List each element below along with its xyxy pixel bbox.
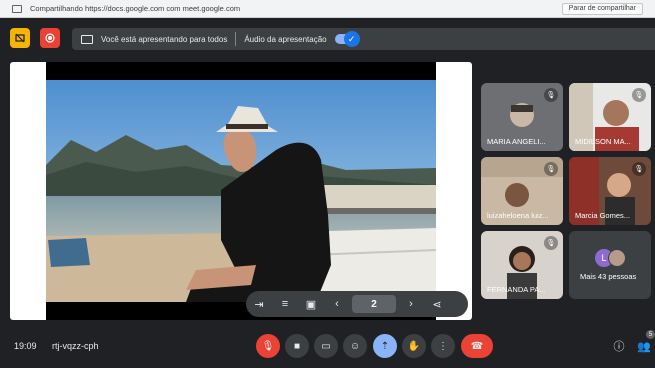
people-icon: 👥 [637, 340, 651, 353]
captions-icon: ▭ [321, 340, 331, 352]
mic-button[interactable]: 🎙 [256, 334, 280, 358]
slide-page-number[interactable]: 2 [352, 295, 396, 313]
avatar [608, 249, 626, 267]
share-icon[interactable]: ⋖ [424, 291, 450, 317]
present-mode-button[interactable] [10, 28, 30, 48]
slide-controls: ⇥ ≡ ▣ ‹ 2 › ⋖ [246, 291, 468, 317]
previous-slide-button[interactable]: ‹ [324, 291, 350, 317]
participant-tile[interactable]: 🎙 Marcia Gomes... [569, 157, 651, 225]
camera-icon: ■ [293, 340, 301, 352]
screen-share-bar: Compartilhando https://docs.google.com c… [0, 0, 655, 18]
info-icon: ⓘ [613, 341, 625, 353]
record-button[interactable] [40, 28, 60, 48]
camera-button[interactable]: ■ [285, 334, 309, 358]
participant-tile[interactable]: 🎙 FERNANDA PA... [481, 231, 563, 299]
leave-call-button[interactable]: ☎ [461, 334, 493, 358]
more-options-button[interactable]: ⋮ [431, 334, 455, 358]
exit-icon[interactable]: ⇥ [246, 291, 272, 317]
present-icon: ⇡ [380, 340, 390, 352]
stop-sharing-button[interactable]: Parar de compartilhar [561, 3, 643, 15]
divider [235, 32, 237, 46]
mic-off-icon: 🎙 [632, 88, 646, 102]
phone-hangup-icon: ☎ [470, 340, 484, 352]
participant-tile[interactable]: 🎙 MARIA ANGELI... [481, 83, 563, 151]
presentation-audio-toggle[interactable]: ✓ [334, 31, 360, 47]
participant-name: MARIA ANGELI... [487, 137, 546, 146]
present-now-button[interactable]: ⇡ [373, 334, 397, 358]
record-icon [45, 33, 55, 43]
people-count-badge: 5 [646, 330, 655, 339]
slide-photo [46, 80, 436, 302]
mic-off-icon: 🎙 [632, 162, 646, 176]
next-slide-button[interactable]: › [398, 291, 424, 317]
presenting-text: Você está apresentando para todos [101, 34, 228, 44]
presentation-audio-label: Áudio da apresentação [244, 34, 327, 44]
people-button[interactable]: 👥 [636, 338, 652, 354]
mic-off-icon: 🎙 [544, 162, 558, 176]
participant-name: luizaheloena luiz... [487, 211, 549, 220]
participant-name: MIDILSON MA... [575, 137, 631, 146]
participant-name: FERNANDA PA... [487, 285, 546, 294]
mic-off-icon: 🎙 [261, 340, 275, 352]
participant-tile[interactable]: 🎙 luizaheloena luiz... [481, 157, 563, 225]
emoji-icon: ☺ [349, 340, 361, 352]
screen-off-icon [15, 33, 25, 43]
meeting-code: rtj-vqzz-cph [52, 341, 99, 351]
presenting-banner: Você está apresentando para todos Áudio … [72, 28, 655, 50]
mic-off-icon: 🎙 [544, 236, 558, 250]
mic-off-icon: 🎙 [544, 88, 558, 102]
reactions-button[interactable]: ☺ [343, 334, 367, 358]
more-participants-label: Mais 43 pessoas [580, 272, 637, 281]
meeting-time: 19:09 [14, 341, 37, 351]
screen-share-icon [12, 4, 22, 13]
more-vert-icon: ⋮ [438, 340, 448, 352]
check-icon: ✓ [343, 31, 360, 47]
presenting-icon [81, 34, 93, 44]
participant-name: Marcia Gomes... [575, 211, 631, 220]
captions-button[interactable]: ▭ [314, 334, 338, 358]
hand-icon: ✋ [407, 340, 421, 352]
meeting-details-button[interactable]: ⓘ [611, 338, 627, 354]
notes-icon[interactable]: ≡ [272, 291, 298, 317]
more-participants-tile[interactable]: L Mais 43 pessoas [569, 231, 651, 299]
shared-slide [46, 62, 436, 320]
participant-tile[interactable]: 🎙 MIDILSON MA... [569, 83, 651, 151]
raise-hand-button[interactable]: ✋ [402, 334, 426, 358]
grid-view-icon[interactable]: ▣ [298, 291, 324, 317]
sharing-status-text: Compartilhando https://docs.google.com c… [30, 4, 241, 13]
